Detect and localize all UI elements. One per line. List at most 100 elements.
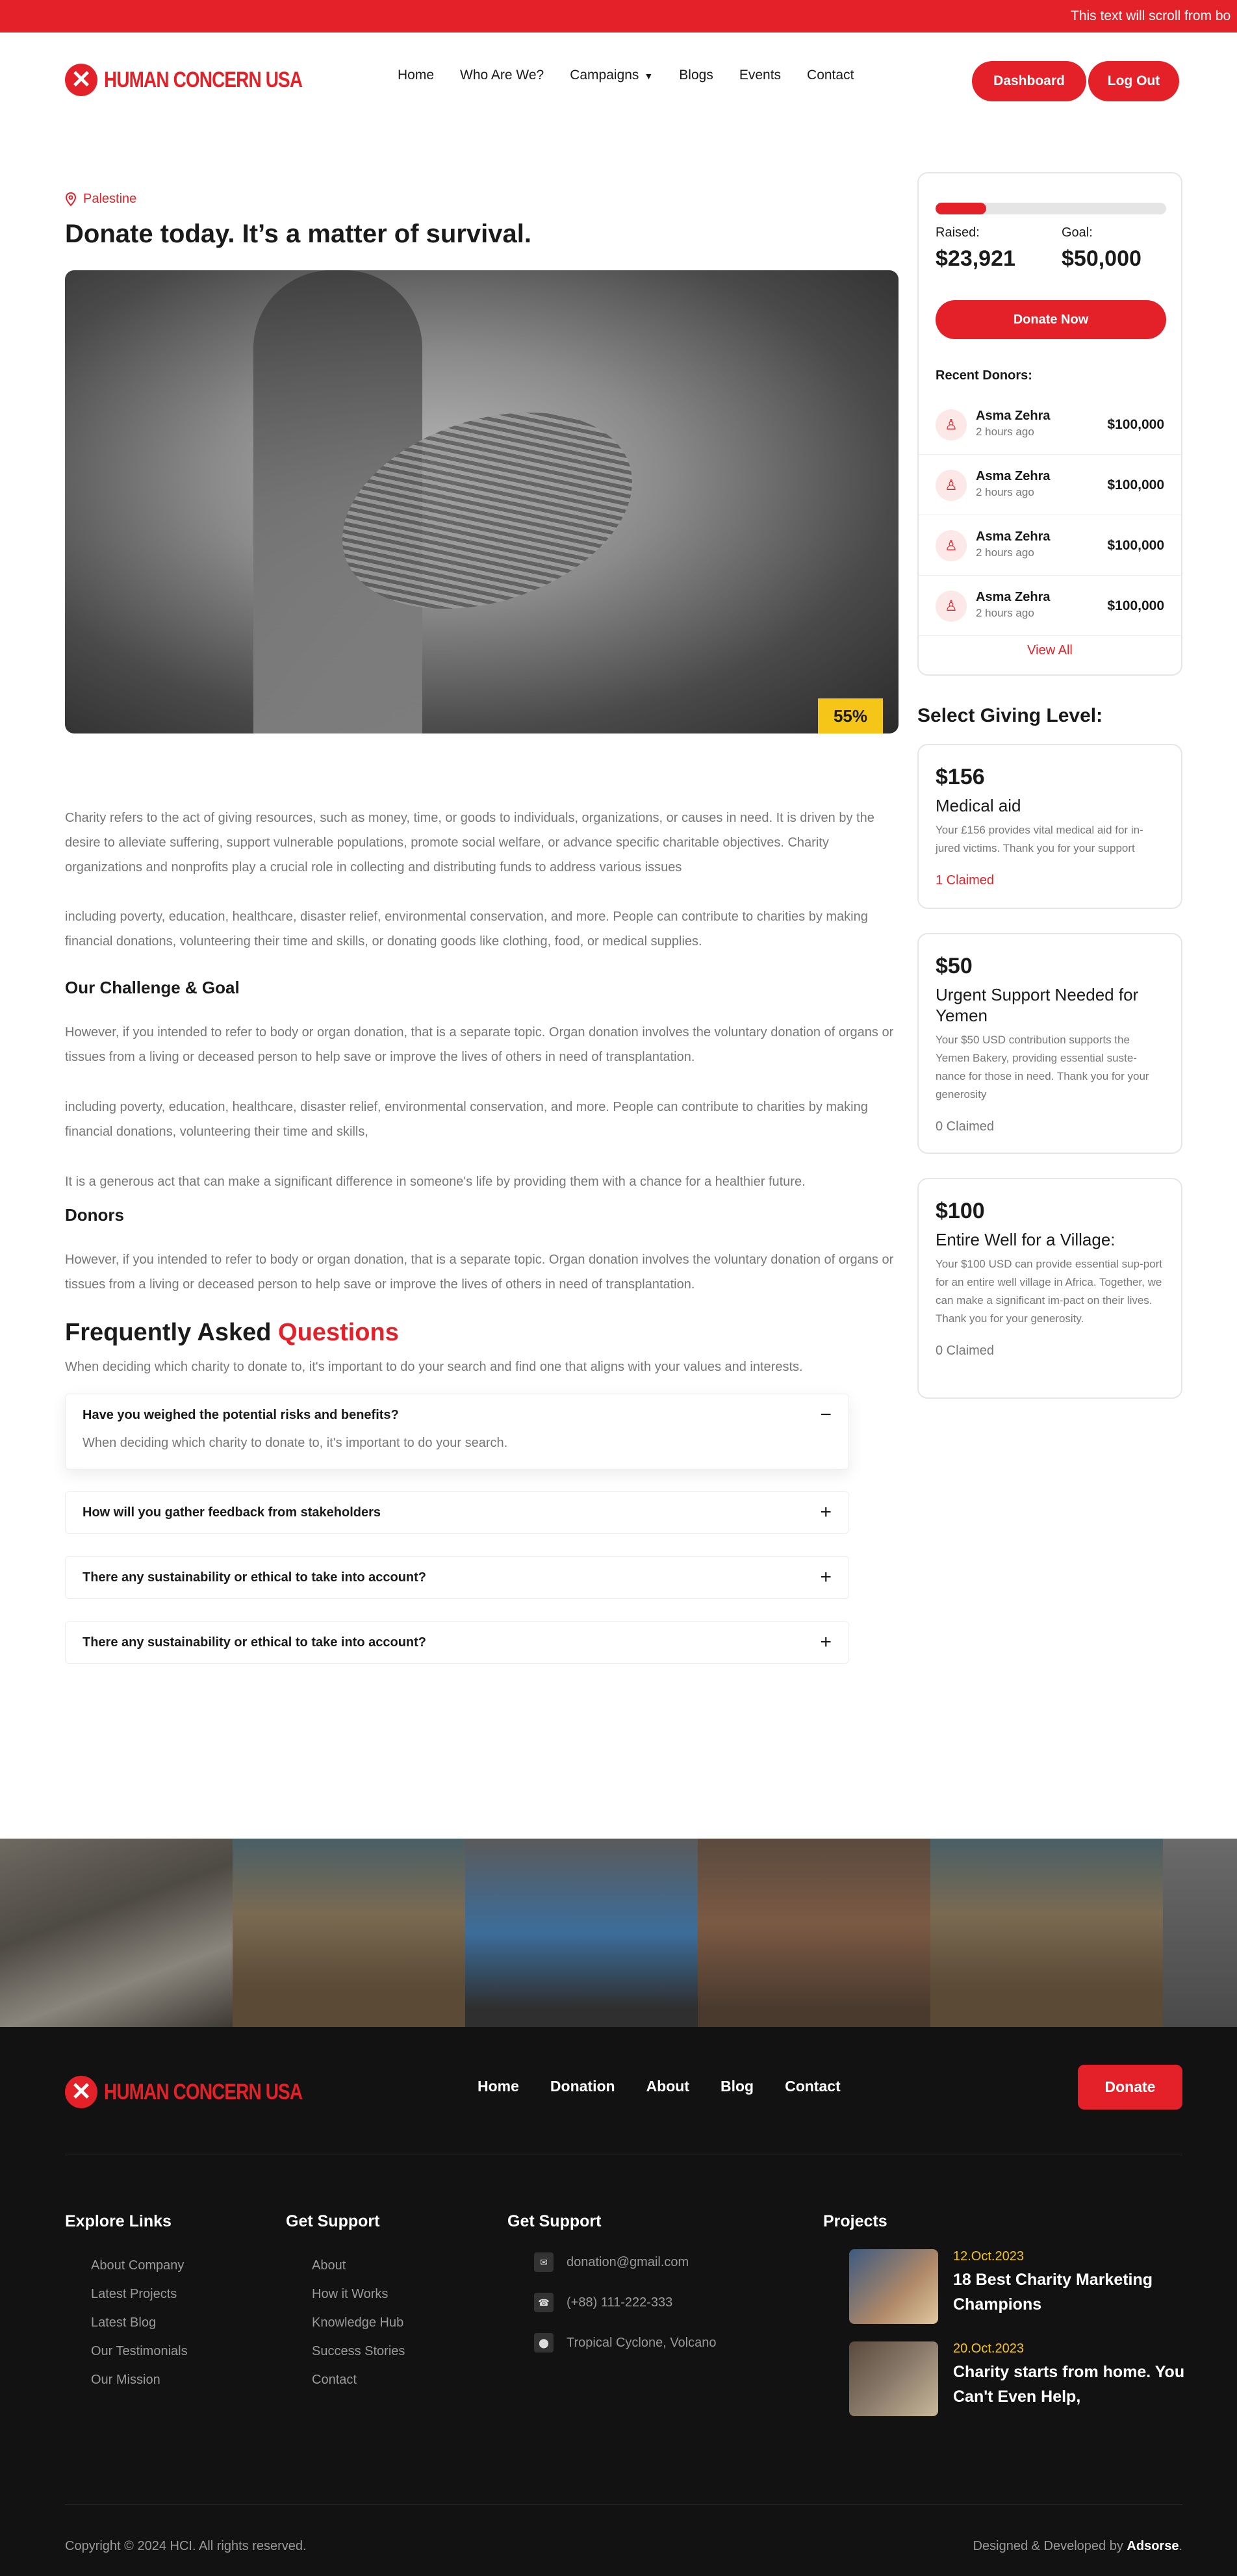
goal-value: $50,000 — [1062, 246, 1141, 271]
support-link[interactable]: About — [312, 2258, 346, 2273]
project-item[interactable]: 12.Oct.2023 18 Best Charity Marketing Ch… — [849, 2249, 1187, 2324]
faq-question[interactable]: Have you weighed the potential risks and… — [66, 1394, 848, 1436]
footer-nav-about[interactable]: About — [646, 2078, 689, 2095]
minus-icon[interactable]: − — [820, 1404, 832, 1426]
gallery-photo — [465, 1839, 698, 2027]
contact-email-text: donation@gmail.com — [567, 2254, 689, 2269]
donors-paragraph: However, if you intended to refer to bod… — [65, 1253, 894, 1292]
view-all-link[interactable]: View All — [919, 643, 1181, 658]
contact-phone-text: (+88) 111-222-333 — [567, 2295, 673, 2310]
footer-nav-contact[interactable]: Contact — [785, 2078, 841, 2095]
support-link[interactable]: How it Works — [312, 2287, 388, 2302]
contact-title: Get Support — [507, 2212, 602, 2230]
main-nav: Home Who Are We? Campaigns ▼ Blogs Events… — [398, 68, 854, 83]
footer-nav-blog[interactable]: Blog — [721, 2078, 754, 2095]
location-label: Palestine — [83, 192, 137, 206]
project-date: 20.Oct.2023 — [953, 2341, 1024, 2356]
project-title[interactable]: Charity starts from home. You Can't Even… — [953, 2360, 1187, 2409]
campaign-main: Palestine Donate today. It’s a matter of… — [0, 130, 1237, 1839]
developer-credit-suffix: . — [1179, 2539, 1182, 2553]
logout-button[interactable]: Log Out — [1088, 61, 1179, 101]
nav-campaigns[interactable]: Campaigns ▼ — [570, 68, 653, 83]
faq-item[interactable]: There any sustainability or ethical to t… — [65, 1621, 849, 1664]
explore-link[interactable]: Latest Projects — [91, 2287, 177, 2302]
support-link[interactable]: Knowledge Hub — [312, 2315, 403, 2330]
donor-name: Asma Zehra — [976, 409, 1051, 423]
faq-question[interactable]: There any sustainability or ethical to t… — [66, 1557, 848, 1598]
photo-gallery-strip — [0, 1839, 1237, 2027]
announcement-ticker: This text will scroll from bo — [0, 0, 1237, 32]
project-item[interactable]: 20.Oct.2023 Charity starts from home. Yo… — [849, 2341, 1187, 2416]
donor-amount: $100,000 — [1107, 598, 1164, 613]
progress-bar — [936, 203, 1166, 214]
challenge-paragraph-2: including poverty, education, healthcare… — [65, 1100, 868, 1139]
donor-name: Asma Zehra — [976, 529, 1051, 544]
faq-item[interactable]: Have you weighed the potential risks and… — [65, 1394, 849, 1470]
donor-row: ♙ Asma Zehra 2 hours ago $100,000 — [919, 455, 1181, 515]
challenge-heading: Our Challenge & Goal — [65, 978, 240, 997]
gallery-photo — [0, 1839, 233, 2027]
faq-question[interactable]: There any sustainability or ethical to t… — [66, 1622, 848, 1663]
faq-item[interactable]: How will you gather feedback from stakeh… — [65, 1491, 849, 1534]
site-logo[interactable]: ✕ HUMAN CONCERN USA — [65, 64, 346, 96]
support-link[interactable]: Success Stories — [312, 2344, 405, 2359]
project-thumbnail — [849, 2341, 938, 2416]
explore-link[interactable]: Our Mission — [91, 2373, 160, 2388]
dashboard-button[interactable]: Dashboard — [972, 61, 1086, 101]
footer-nav-home[interactable]: Home — [478, 2078, 519, 2095]
project-title[interactable]: 18 Best Charity Marketing Champions — [953, 2267, 1187, 2317]
contact-email[interactable]: ✉ donation@gmail.com — [534, 2252, 689, 2272]
recent-donors-label: Recent Donors: — [936, 368, 1032, 383]
user-icon: ♙ — [936, 470, 967, 501]
footer-nav-donation[interactable]: Donation — [550, 2078, 615, 2095]
location-icon: ⬤ — [534, 2333, 554, 2353]
phone-icon: ☎ — [534, 2293, 554, 2312]
level-claimed: 0 Claimed — [936, 1119, 995, 1134]
explore-link[interactable]: About Company — [91, 2258, 184, 2273]
support-link[interactable]: Contact — [312, 2373, 357, 2388]
nav-who-are-we[interactable]: Who Are We? — [460, 68, 544, 83]
nav-events[interactable]: Events — [739, 68, 781, 83]
projects-title: Projects — [823, 2212, 887, 2230]
logo-icon: ✕ — [65, 2076, 97, 2108]
logo-text: HUMAN CONCERN USA — [104, 67, 303, 92]
ticker-text: This text will scroll from bo — [1071, 8, 1231, 23]
donor-amount: $100,000 — [1107, 417, 1164, 432]
donor-amount: $100,000 — [1107, 478, 1164, 492]
donate-now-button[interactable]: Donate Now — [936, 300, 1166, 339]
plus-icon[interactable]: + — [820, 1631, 832, 1653]
logo-icon: ✕ — [65, 64, 97, 96]
level-name: Entire Well for a Village: — [936, 1230, 1116, 1249]
nav-home[interactable]: Home — [398, 68, 434, 83]
faq-title: Frequently Asked Questions — [65, 1319, 399, 1347]
faq-item[interactable]: There any sustainability or ethical to t… — [65, 1556, 849, 1599]
developer-credit-prefix: Designed & Developed by — [973, 2539, 1123, 2553]
nav-campaigns-label: Campaigns — [570, 68, 639, 83]
developer-brand-link[interactable]: Adsorse — [1127, 2539, 1179, 2553]
faq-question-text: There any sustainability or ethical to t… — [83, 1635, 427, 1650]
site-header: ✕ HUMAN CONCERN USA Home Who Are We? Cam… — [0, 32, 1237, 130]
goal-label: Goal: — [1062, 225, 1093, 240]
giving-level-card[interactable]: $50 Urgent Support Needed for Yemen Your… — [917, 933, 1182, 1154]
progress-percent-badge: 55% — [818, 698, 883, 733]
project-date: 12.Oct.2023 — [953, 2249, 1024, 2264]
giving-level-card[interactable]: $100 Entire Well for a Village: Your $10… — [917, 1178, 1182, 1399]
giving-level-card[interactable]: $156 Medical aid Your £156 provides vita… — [917, 744, 1182, 909]
plus-icon[interactable]: + — [820, 1566, 832, 1588]
footer-donate-button[interactable]: Donate — [1078, 2065, 1182, 2110]
nav-contact[interactable]: Contact — [807, 68, 854, 83]
footer-logo[interactable]: ✕ HUMAN CONCERN USA — [65, 2076, 346, 2108]
level-price: $156 — [936, 765, 985, 789]
level-claimed: 1 Claimed — [936, 873, 995, 887]
donor-amount: $100,000 — [1107, 538, 1164, 553]
faq-question[interactable]: How will you gather feedback from stakeh… — [66, 1492, 848, 1533]
explore-link[interactable]: Latest Blog — [91, 2315, 156, 2330]
level-name: Medical aid — [936, 796, 1021, 815]
nav-blogs[interactable]: Blogs — [679, 68, 713, 83]
level-price: $100 — [936, 1199, 985, 1223]
contact-phone[interactable]: ☎ (+88) 111-222-333 — [534, 2293, 672, 2312]
giving-level-title: Select Giving Level: — [917, 705, 1103, 726]
plus-icon[interactable]: + — [820, 1501, 832, 1524]
explore-link[interactable]: Our Testimonials — [91, 2344, 188, 2359]
mail-icon: ✉ — [534, 2252, 554, 2272]
